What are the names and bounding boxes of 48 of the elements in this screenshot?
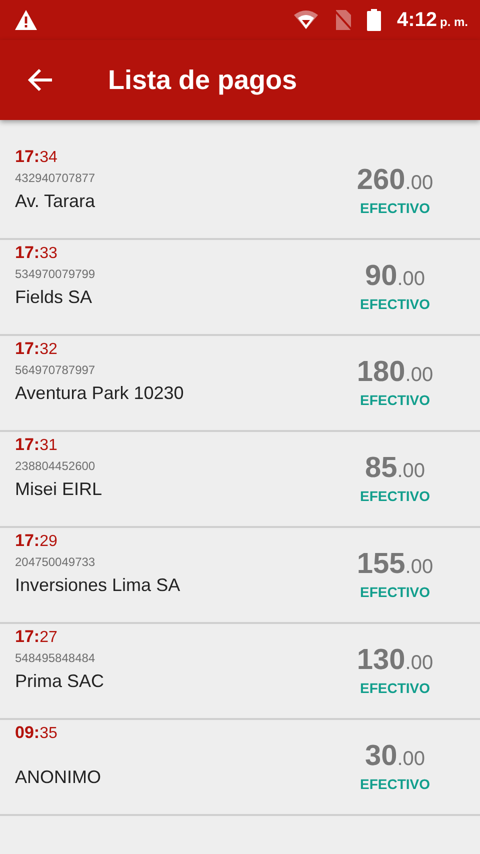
clock-period: p. m.: [440, 14, 468, 28]
payment-amount: 30.00: [364, 740, 426, 774]
payment-code: 204750049733: [15, 554, 96, 571]
clock-time: 4:12: [396, 8, 437, 32]
payment-time: 17:27: [15, 626, 58, 648]
payer-name: Prima SAC: [15, 670, 106, 693]
payment-time: 09:35: [15, 722, 58, 744]
payment-method: EFECTIVO: [360, 583, 430, 601]
wifi-icon: [292, 10, 319, 30]
payer-name: Inversiones Lima SA: [15, 574, 182, 597]
warning-icon: [14, 9, 38, 31]
payment-row[interactable]: 09:35 ANONIMO 30.00 EFECTIVO: [0, 720, 480, 816]
payment-row[interactable]: 17:29 204750049733 Inversiones Lima SA 155.00 EFECTIVO: [0, 528, 480, 624]
payment-row[interactable]: 17:33 534970079799 Fields SA 90.00 EFECTIVO: [0, 240, 480, 336]
payer-name: Aventura Park 10230: [15, 382, 185, 405]
back-arrow-icon: [28, 68, 54, 92]
payment-amount: 155.00: [356, 548, 434, 582]
payment-amount: 85.00: [364, 452, 426, 486]
payment-time: 17:32: [15, 338, 58, 360]
payment-method: EFECTIVO: [360, 199, 430, 217]
payer-name: Fields SA: [15, 286, 94, 309]
payment-row[interactable]: 17:27 548495848484 Prima SAC 130.00 EFECTIVO: [0, 624, 480, 720]
payment-time: 17:31: [15, 434, 58, 456]
payment-amount: 260.00: [356, 164, 434, 198]
battery-icon: [366, 9, 381, 31]
payment-method: EFECTIVO: [360, 775, 430, 793]
payment-method: EFECTIVO: [360, 391, 430, 409]
payer-name: Av. Tarara: [15, 190, 96, 213]
payment-code: 534970079799: [15, 266, 96, 283]
payment-time: 17:29: [15, 530, 58, 552]
payment-amount: 90.00: [364, 260, 426, 294]
payment-time: 17:33: [15, 242, 58, 264]
payment-code: 432940707877: [15, 170, 96, 187]
payment-row[interactable]: 17:32 564970787997 Aventura Park 10230 180.00 EFECTIVO: [0, 336, 480, 432]
payer-name: ANONIMO: [15, 766, 102, 789]
payment-code: 238804452600: [15, 458, 96, 475]
payment-row[interactable]: 17:31 238804452600 Misei EIRL 85.00 EFECTIVO: [0, 432, 480, 528]
payment-amount: 180.00: [356, 356, 434, 390]
payer-name: Misei EIRL: [15, 478, 104, 501]
payment-method: EFECTIVO: [360, 679, 430, 697]
screen-title: Lista de pagos: [108, 64, 298, 96]
payment-amount: 130.00: [356, 644, 434, 678]
payment-time: 17:34: [15, 146, 58, 168]
payment-code: 564970787997: [15, 362, 96, 379]
payment-method: EFECTIVO: [360, 295, 430, 313]
payment-method: EFECTIVO: [360, 487, 430, 505]
payment-code: 548495848484: [15, 650, 96, 667]
payment-row[interactable]: 17:34 432940707877 Av. Tarara 260.00 EFECTIVO: [0, 144, 480, 240]
